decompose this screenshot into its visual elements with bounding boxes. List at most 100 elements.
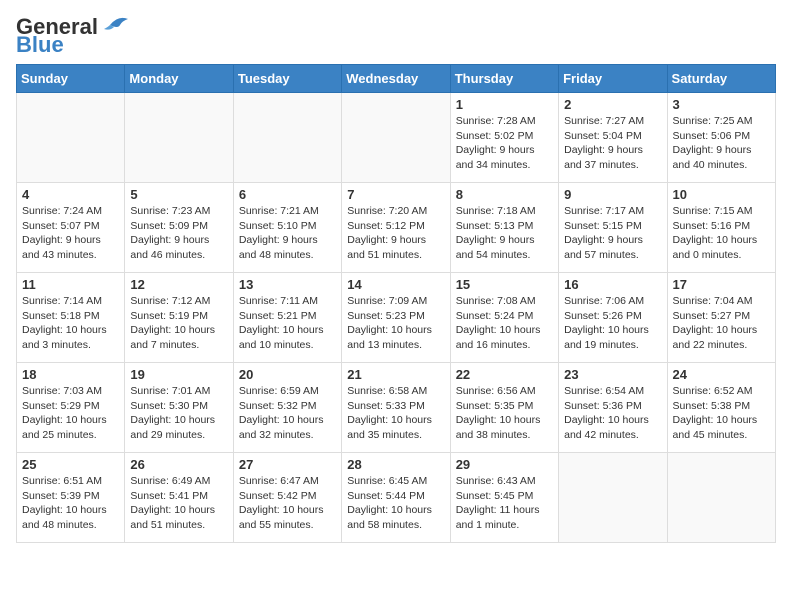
day-number: 21 [347,367,444,382]
column-header-monday: Monday [125,65,233,93]
calendar-cell: 22Sunrise: 6:56 AMSunset: 5:35 PMDayligh… [450,363,558,453]
day-number: 5 [130,187,227,202]
day-number: 11 [22,277,119,292]
calendar-cell: 3Sunrise: 7:25 AMSunset: 5:06 PMDaylight… [667,93,775,183]
calendar-cell: 20 Sunrise: 6:59 AMSunset: 5:32 PMDayligh… [233,363,341,453]
calendar-cell: 7 Sunrise: 7:20 AMSunset: 5:12 PMDaylight… [342,183,450,273]
day-info: Sunrise: 6:43 AMSunset: 5:45 PMDaylight:… [456,474,553,533]
day-info: Sunrise: 6:47 AMSunset: 5:42 PMDaylight:… [239,474,336,533]
day-info: Sunrise: 7:28 AMSunset: 5:02 PMDaylight:… [456,114,553,173]
calendar-cell: 29Sunrise: 6:43 AMSunset: 5:45 PMDayligh… [450,453,558,543]
day-info: Sunrise: 7:03 AMSunset: 5:29 PMDaylight:… [22,384,119,443]
day-info: Sunrise: 7:09 AMSunset: 5:23 PMDaylight:… [347,294,444,353]
calendar-week-row: 25 Sunrise: 6:51 AMSunset: 5:39 PMDayligh… [17,453,776,543]
day-number: 28 [347,457,444,472]
calendar-cell: 17 Sunrise: 7:04 AMSunset: 5:27 PMDayligh… [667,273,775,363]
day-info: Sunrise: 7:14 AMSunset: 5:18 PMDaylight:… [22,294,119,353]
calendar-cell: 16Sunrise: 7:06 AMSunset: 5:26 PMDayligh… [559,273,667,363]
calendar-cell: 19 Sunrise: 7:01 AMSunset: 5:30 PMDayligh… [125,363,233,453]
logo-blue: Blue [16,34,64,56]
day-number: 8 [456,187,553,202]
day-info: Sunrise: 7:04 AMSunset: 5:27 PMDaylight:… [673,294,770,353]
day-info: Sunrise: 6:51 AMSunset: 5:39 PMDaylight:… [22,474,119,533]
day-info: Sunrise: 6:45 AMSunset: 5:44 PMDaylight:… [347,474,444,533]
calendar-cell: 12Sunrise: 7:12 AMSunset: 5:19 PMDayligh… [125,273,233,363]
day-info: Sunrise: 7:20 AMSunset: 5:12 PMDaylight:… [347,204,444,263]
day-info: Sunrise: 7:27 AMSunset: 5:04 PMDaylight:… [564,114,661,173]
day-info: Sunrise: 6:56 AMSunset: 5:35 PMDaylight:… [456,384,553,443]
day-info: Sunrise: 7:25 AMSunset: 5:06 PMDaylight:… [673,114,770,173]
calendar-week-row: 11 Sunrise: 7:14 AMSunset: 5:18 PMDayligh… [17,273,776,363]
column-header-friday: Friday [559,65,667,93]
day-number: 12 [130,277,227,292]
column-header-wednesday: Wednesday [342,65,450,93]
calendar-cell [233,93,341,183]
day-number: 25 [22,457,119,472]
calendar-cell: 9 Sunrise: 7:17 AMSunset: 5:15 PMDaylight… [559,183,667,273]
calendar-cell: 21 Sunrise: 6:58 AMSunset: 5:33 PMDayligh… [342,363,450,453]
day-info: Sunrise: 6:58 AMSunset: 5:33 PMDaylight:… [347,384,444,443]
calendar-cell: 6 Sunrise: 7:21 AMSunset: 5:10 PMDaylight… [233,183,341,273]
calendar-cell: 1 Sunrise: 7:28 AMSunset: 5:02 PMDaylight… [450,93,558,183]
day-number: 13 [239,277,336,292]
day-number: 15 [456,277,553,292]
day-number: 9 [564,187,661,202]
day-info: Sunrise: 6:59 AMSunset: 5:32 PMDaylight:… [239,384,336,443]
logo-bird-icon [100,15,128,35]
day-number: 14 [347,277,444,292]
day-info: Sunrise: 6:54 AMSunset: 5:36 PMDaylight:… [564,384,661,443]
day-number: 19 [130,367,227,382]
day-number: 26 [130,457,227,472]
day-info: Sunrise: 7:17 AMSunset: 5:15 PMDaylight:… [564,204,661,263]
calendar-cell: 8Sunrise: 7:18 AMSunset: 5:13 PMDaylight… [450,183,558,273]
calendar-cell: 4 Sunrise: 7:24 AMSunset: 5:07 PMDaylight… [17,183,125,273]
calendar-cell: 2 Sunrise: 7:27 AMSunset: 5:04 PMDaylight… [559,93,667,183]
calendar-cell: 23 Sunrise: 6:54 AMSunset: 5:36 PMDayligh… [559,363,667,453]
calendar-cell: 5 Sunrise: 7:23 AMSunset: 5:09 PMDaylight… [125,183,233,273]
day-number: 20 [239,367,336,382]
calendar-cell: 10Sunrise: 7:15 AMSunset: 5:16 PMDayligh… [667,183,775,273]
page-header: General Blue [16,16,776,56]
day-number: 6 [239,187,336,202]
calendar-cell: 27Sunrise: 6:47 AMSunset: 5:42 PMDayligh… [233,453,341,543]
calendar-cell: 11 Sunrise: 7:14 AMSunset: 5:18 PMDayligh… [17,273,125,363]
day-info: Sunrise: 7:01 AMSunset: 5:30 PMDaylight:… [130,384,227,443]
day-number: 7 [347,187,444,202]
day-info: Sunrise: 7:23 AMSunset: 5:09 PMDaylight:… [130,204,227,263]
logo: General Blue [16,16,128,56]
calendar-cell: 25 Sunrise: 6:51 AMSunset: 5:39 PMDayligh… [17,453,125,543]
day-number: 16 [564,277,661,292]
calendar-cell [342,93,450,183]
calendar-cell: 26 Sunrise: 6:49 AMSunset: 5:41 PMDayligh… [125,453,233,543]
calendar-table: SundayMondayTuesdayWednesdayThursdayFrid… [16,64,776,543]
day-info: Sunrise: 7:11 AMSunset: 5:21 PMDaylight:… [239,294,336,353]
calendar-cell: 14 Sunrise: 7:09 AMSunset: 5:23 PMDayligh… [342,273,450,363]
calendar-week-row: 1 Sunrise: 7:28 AMSunset: 5:02 PMDaylight… [17,93,776,183]
day-info: Sunrise: 7:08 AMSunset: 5:24 PMDaylight:… [456,294,553,353]
calendar-cell [667,453,775,543]
calendar-cell: 28 Sunrise: 6:45 AMSunset: 5:44 PMDayligh… [342,453,450,543]
calendar-cell [559,453,667,543]
day-number: 4 [22,187,119,202]
calendar-week-row: 18 Sunrise: 7:03 AMSunset: 5:29 PMDayligh… [17,363,776,453]
day-info: Sunrise: 7:21 AMSunset: 5:10 PMDaylight:… [239,204,336,263]
calendar-cell: 18 Sunrise: 7:03 AMSunset: 5:29 PMDayligh… [17,363,125,453]
calendar-cell: 13 Sunrise: 7:11 AMSunset: 5:21 PMDayligh… [233,273,341,363]
day-number: 18 [22,367,119,382]
column-header-thursday: Thursday [450,65,558,93]
column-header-saturday: Saturday [667,65,775,93]
day-info: Sunrise: 6:49 AMSunset: 5:41 PMDaylight:… [130,474,227,533]
calendar-cell [125,93,233,183]
day-number: 1 [456,97,553,112]
day-info: Sunrise: 7:24 AMSunset: 5:07 PMDaylight:… [22,204,119,263]
day-number: 23 [564,367,661,382]
day-info: Sunrise: 6:52 AMSunset: 5:38 PMDaylight:… [673,384,770,443]
calendar-cell [17,93,125,183]
column-header-tuesday: Tuesday [233,65,341,93]
day-number: 17 [673,277,770,292]
calendar-header-row: SundayMondayTuesdayWednesdayThursdayFrid… [17,65,776,93]
day-number: 2 [564,97,661,112]
calendar-cell: 24Sunrise: 6:52 AMSunset: 5:38 PMDayligh… [667,363,775,453]
column-header-sunday: Sunday [17,65,125,93]
calendar-week-row: 4 Sunrise: 7:24 AMSunset: 5:07 PMDaylight… [17,183,776,273]
